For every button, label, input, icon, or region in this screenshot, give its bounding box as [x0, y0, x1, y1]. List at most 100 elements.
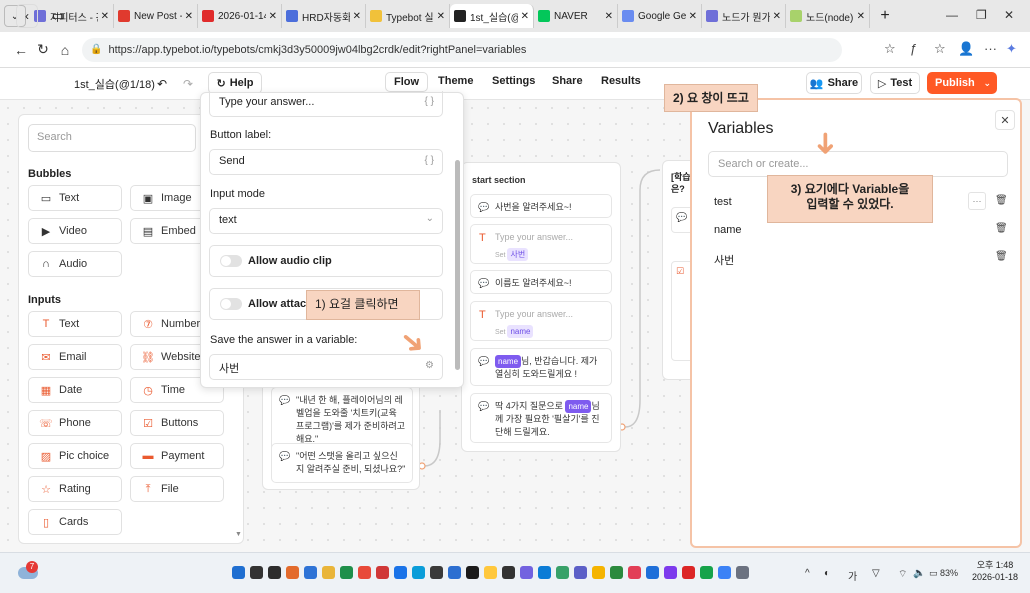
taskbar-app-icon[interactable]: [538, 566, 551, 579]
taskbar-app-icon[interactable]: [304, 566, 317, 579]
block-cards[interactable]: ▯ Cards: [28, 509, 122, 535]
variable-search-input[interactable]: Search or create...: [708, 151, 1008, 177]
start-section-card[interactable]: start section 💬 사번을 알려주세요~! T Type your …: [461, 162, 621, 452]
chat-icon: 💬: [279, 451, 291, 461]
trash-icon[interactable]: 🗑: [995, 195, 1008, 206]
block-text[interactable]: ▭ Text: [28, 185, 122, 211]
taskbar-app-icon[interactable]: [718, 566, 731, 579]
taskbar-app-icon[interactable]: [412, 566, 425, 579]
taskbar-app-icon[interactable]: [466, 566, 479, 579]
taskbar-app-icon[interactable]: [736, 566, 749, 579]
block-label: Date: [59, 384, 83, 396]
toggle-switch[interactable]: [220, 255, 242, 267]
block-phone[interactable]: ☏ Phone: [28, 410, 122, 436]
taskbar-app-icon[interactable]: [502, 566, 515, 579]
block-label: Pic choice: [59, 450, 110, 462]
taskbar-app-icon[interactable]: [682, 566, 695, 579]
taskbar-app-icon[interactable]: [430, 566, 443, 579]
text-bubble-block[interactable]: 💬 이름도 알려주세요~!: [470, 270, 612, 294]
taskbar-app-icon[interactable]: [574, 566, 587, 579]
taskbar-app-icon[interactable]: [646, 566, 659, 579]
toggle-switch[interactable]: [220, 298, 242, 310]
wifi-icon[interactable]: ⌔: [898, 568, 907, 581]
block-rating[interactable]: ☆ Rating: [28, 476, 122, 502]
gear-icon[interactable]: ⚙: [425, 360, 434, 371]
text-input-block[interactable]: T Type your answer... Set 사번: [470, 224, 612, 264]
clock-date: 2026-01-18: [972, 572, 1019, 582]
taskbar-app-icon[interactable]: [358, 566, 371, 579]
block-video[interactable]: ▶ Video: [28, 218, 122, 244]
mail-icon: ✉: [41, 351, 51, 364]
block-payment[interactable]: ▬ Payment: [130, 443, 224, 469]
chat-icon: 💬: [478, 356, 490, 366]
scrollbar-thumb[interactable]: [455, 160, 460, 370]
bubble-text: "어떤 스탯을 올리고 싶으신지 알려주실 준비, 되셨나요?": [296, 451, 406, 474]
variable-braces-icon[interactable]: { }: [425, 96, 434, 107]
ime-icon[interactable]: 가: [848, 568, 857, 583]
trash-icon[interactable]: 🗑: [995, 251, 1008, 262]
block-pic-choice[interactable]: ▨ Pic choice: [28, 443, 122, 469]
block-file[interactable]: ⤒ File: [130, 476, 224, 502]
variable-item[interactable]: 사번: [714, 252, 734, 268]
taskbar-app-icon[interactable]: [610, 566, 623, 579]
close-icon[interactable]: ✕: [995, 110, 1015, 130]
number-icon: ⑦: [143, 318, 153, 331]
taskbar-app-icon[interactable]: [286, 566, 299, 579]
variable-tag: name: [565, 400, 592, 413]
taskbar-app-icon[interactable]: [376, 566, 389, 579]
scroll-down-icon[interactable]: ▼: [235, 531, 242, 538]
placeholder-field[interactable]: Type your answer... { }: [209, 91, 443, 117]
taskbar-app-icon[interactable]: [268, 566, 281, 579]
variables-panel: Variables ✕ Search or create... ··· test…: [690, 98, 1022, 548]
variable-item[interactable]: test: [714, 196, 732, 208]
taskbar-app-icon[interactable]: [700, 566, 713, 579]
clock[interactable]: 오후 1:48 2026-01-18: [972, 559, 1018, 583]
block-email[interactable]: ✉ Email: [28, 344, 122, 370]
block-buttons[interactable]: ☑ Buttons: [130, 410, 224, 436]
input-mode-title: Input mode: [210, 188, 266, 200]
block-audio[interactable]: ∩ Audio: [28, 251, 122, 277]
start-menu-icon[interactable]: [232, 566, 245, 579]
text-bubble-block[interactable]: 💬 사번을 알려주세요~!: [470, 194, 612, 218]
taskbar-app-icon[interactable]: [556, 566, 569, 579]
block-text[interactable]: T Text: [28, 311, 122, 337]
variable-braces-icon[interactable]: { }: [425, 155, 434, 166]
allow-audio-toggle[interactable]: Allow audio clip: [209, 245, 443, 277]
block-date[interactable]: ▦ Date: [28, 377, 122, 403]
text-bubble-block[interactable]: 💬 딱 4가지 질문으로 name 님께 가장 필요한 '필살기'를 진단해 드릴…: [470, 393, 612, 443]
popover-scrollbar[interactable]: [455, 100, 461, 380]
text-input-block[interactable]: T Type your answer... Set name: [470, 301, 612, 341]
button-label-field[interactable]: Send { }: [209, 149, 443, 175]
weather-icon[interactable]: 7: [18, 561, 40, 579]
taskbar-app-icon[interactable]: [628, 566, 641, 579]
text-bubble-block[interactable]: 💬 name 님, 반갑습니다. 제가 열심히 도와드릴게요 !: [470, 348, 612, 386]
search-icon[interactable]: [250, 566, 263, 579]
taskbar-app-icon[interactable]: [592, 566, 605, 579]
taskbar-app-icon[interactable]: [322, 566, 335, 579]
block-label: Image: [161, 192, 192, 204]
more-options-icon[interactable]: ···: [968, 192, 986, 210]
sidebar-search-input[interactable]: Search: [28, 124, 196, 152]
button-label-value: Send: [219, 155, 245, 167]
chevron-up-icon[interactable]: ^: [805, 568, 810, 579]
taskbar-app-icon[interactable]: [664, 566, 677, 579]
input-mode-select[interactable]: text ⌄: [209, 208, 443, 234]
calendar-icon: ▦: [40, 384, 52, 397]
phone-icon: ☏: [39, 417, 53, 430]
tray-icon[interactable]: ▽: [872, 568, 880, 579]
app-tray-icon[interactable]: ◐: [824, 568, 830, 579]
taskbar-app-icon[interactable]: [394, 566, 407, 579]
volume-icon[interactable]: 🔈: [913, 568, 925, 579]
annotation-step2: 2) 요 창이 뜨고: [664, 84, 758, 112]
taskbar-app-icon[interactable]: [484, 566, 497, 579]
battery-indicator[interactable]: ▭ 83%: [929, 568, 958, 579]
taskbar-app-icon[interactable]: [448, 566, 461, 579]
taskbar-app-icon[interactable]: [340, 566, 353, 579]
text-bubble-block[interactable]: 💬 "어떤 스탯을 올리고 싶으신지 알려주실 준비, 되셨나요?": [271, 443, 413, 483]
taskbar-app-icon[interactable]: [520, 566, 533, 579]
variable-item[interactable]: name: [714, 224, 742, 236]
group-card[interactable]: 💬 "내년 한 해, 플레이어님의 레벨업을 도와줄 '치트키(교육 프로그램)…: [262, 380, 420, 490]
inputs-section-title: Inputs: [28, 294, 61, 306]
trash-icon[interactable]: 🗑: [995, 223, 1008, 234]
block-label: Video: [59, 225, 87, 237]
